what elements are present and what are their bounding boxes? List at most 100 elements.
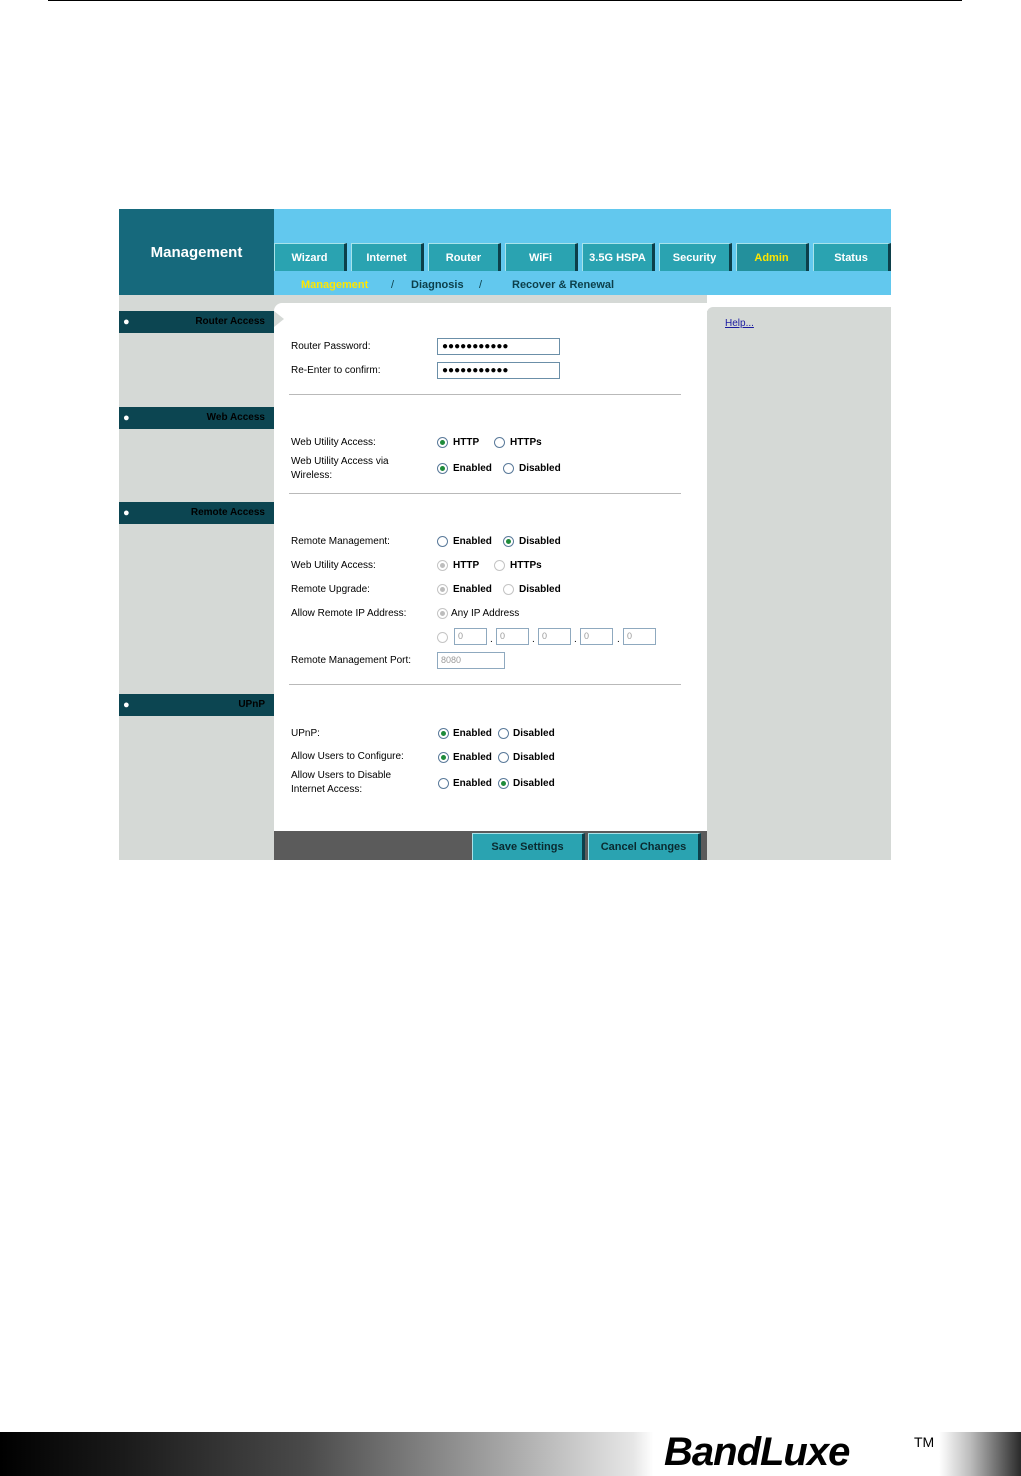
- ip-octet-input[interactable]: 0: [580, 628, 613, 645]
- help-panel: Help...: [707, 311, 891, 860]
- remote-upgrade-disabled-radio[interactable]: [503, 584, 514, 595]
- tab-status[interactable]: Status: [813, 243, 891, 271]
- bottom-gradient-bar: [0, 1432, 1021, 1476]
- ip-octet-input[interactable]: 0: [623, 628, 656, 645]
- tab-hspa[interactable]: 3.5G HSPA: [582, 243, 655, 271]
- tab-admin[interactable]: Admin: [736, 243, 809, 271]
- ip-dot: .: [617, 634, 620, 645]
- bullet-icon: ●: [123, 316, 130, 328]
- upnp-disabled-label: Disabled: [513, 728, 555, 739]
- remote-http-radio[interactable]: [437, 560, 448, 571]
- footer-bar: Save Settings Cancel Changes: [274, 831, 707, 860]
- section-header-upnp: ● UPnP: [119, 694, 274, 716]
- subnav-separator: /: [479, 279, 483, 291]
- brand-logo: BandLuxe: [664, 1430, 850, 1474]
- cancel-changes-button[interactable]: Cancel Changes: [588, 833, 701, 860]
- settings-panel: Router Password: ●●●●●●●●●●● Re-Enter to…: [274, 303, 707, 833]
- subnav-diagnosis[interactable]: Diagnosis: [411, 279, 464, 291]
- allow-disable-label-line2: Internet Access:: [291, 784, 363, 795]
- remote-upgrade-disabled-label: Disabled: [519, 584, 561, 595]
- remote-upgrade-enabled-label: Enabled: [453, 584, 492, 595]
- section-header-web-access: ● Web Access: [119, 407, 274, 429]
- ip-octet-input[interactable]: 0: [454, 628, 487, 645]
- ip-octet-input[interactable]: 0: [496, 628, 529, 645]
- divider: [289, 493, 681, 494]
- section-label: UPnP: [238, 699, 265, 710]
- web-utility-access-label: Web Utility Access:: [291, 437, 376, 448]
- ip-octet-input[interactable]: 0: [538, 628, 571, 645]
- section-header-remote-access: ● Remote Access: [119, 502, 274, 524]
- remote-https-radio[interactable]: [494, 560, 505, 571]
- router-password-input[interactable]: ●●●●●●●●●●●: [437, 338, 560, 355]
- specific-ip-radio[interactable]: [437, 632, 448, 643]
- remote-mgmt-enabled-radio[interactable]: [437, 536, 448, 547]
- web-access-http-radio[interactable]: [437, 437, 448, 448]
- wireless-access-enabled-radio[interactable]: [437, 463, 448, 474]
- web-access-https-radio[interactable]: [494, 437, 505, 448]
- tab-security[interactable]: Security: [659, 243, 732, 271]
- configure-enabled-radio[interactable]: [438, 752, 449, 763]
- section-header-router-access: ● Router Access: [119, 311, 274, 333]
- tab-internet[interactable]: Internet: [351, 243, 424, 271]
- save-settings-button[interactable]: Save Settings: [472, 833, 585, 860]
- router-password-label: Router Password:: [291, 341, 371, 352]
- wireless-access-enabled-label: Enabled: [453, 463, 492, 474]
- subnav-separator: /: [391, 279, 395, 291]
- wireless-access-label-line2: Wireless:: [291, 470, 333, 481]
- help-link[interactable]: Help...: [725, 318, 754, 329]
- remote-https-label: HTTPs: [510, 560, 542, 571]
- subnav-recover-renewal[interactable]: Recover & Renewal: [512, 279, 614, 291]
- wireless-access-disabled-radio[interactable]: [503, 463, 514, 474]
- any-ip-radio[interactable]: [437, 608, 448, 619]
- any-ip-label: Any IP Address: [451, 608, 520, 619]
- wireless-access-label-line1: Web Utility Access via: [291, 456, 389, 467]
- section-label: Router Access: [195, 316, 265, 327]
- allow-remote-ip-label: Allow Remote IP Address:: [291, 608, 407, 619]
- remote-http-label: HTTP: [453, 560, 480, 571]
- ip-dot: .: [532, 634, 535, 645]
- upnp-disabled-radio[interactable]: [498, 728, 509, 739]
- section-label: Remote Access: [190, 507, 265, 518]
- wireless-access-disabled-label: Disabled: [519, 463, 561, 474]
- disable-internet-disabled-label: Disabled: [513, 778, 555, 789]
- divider: [289, 684, 681, 685]
- bullet-icon: ●: [123, 507, 130, 519]
- top-rule: [48, 0, 962, 1]
- section-sidebar: ● Router Access ● Web Access ● Remote Ac…: [119, 295, 274, 860]
- remote-upgrade-enabled-radio[interactable]: [437, 584, 448, 595]
- configure-enabled-label: Enabled: [453, 752, 492, 763]
- trademark-mark: TM: [914, 1434, 935, 1450]
- disable-internet-disabled-radio[interactable]: [498, 778, 509, 789]
- configure-disabled-radio[interactable]: [498, 752, 509, 763]
- disable-internet-enabled-radio[interactable]: [438, 778, 449, 789]
- web-access-https-label: HTTPs: [510, 437, 542, 448]
- web-access-http-label: HTTP: [453, 437, 480, 448]
- remote-upgrade-label: Remote Upgrade:: [291, 584, 370, 595]
- sub-navigation: Management / Diagnosis / Recover & Renew…: [274, 275, 891, 295]
- bullet-icon: ●: [123, 412, 130, 424]
- remote-mgmt-disabled-label: Disabled: [519, 536, 561, 547]
- ip-dot: .: [574, 634, 577, 645]
- remote-management-label: Remote Management:: [291, 536, 390, 547]
- confirm-password-input[interactable]: ●●●●●●●●●●●: [437, 362, 560, 379]
- allow-configure-label: Allow Users to Configure:: [291, 751, 404, 762]
- allow-disable-label-line1: Allow Users to Disable: [291, 770, 392, 781]
- remote-web-access-label: Web Utility Access:: [291, 560, 376, 571]
- disable-internet-enabled-label: Enabled: [453, 778, 492, 789]
- upnp-enabled-radio[interactable]: [438, 728, 449, 739]
- tab-router[interactable]: Router: [428, 243, 501, 271]
- confirm-password-label: Re-Enter to confirm:: [291, 365, 381, 376]
- remote-mgmt-disabled-radio[interactable]: [503, 536, 514, 547]
- remote-port-input[interactable]: 8080: [437, 652, 505, 669]
- remote-port-label: Remote Management Port:: [291, 655, 412, 666]
- tab-wifi[interactable]: WiFi: [505, 243, 578, 271]
- upnp-enabled-label: Enabled: [453, 728, 492, 739]
- remote-mgmt-enabled-label: Enabled: [453, 536, 492, 547]
- tab-wizard[interactable]: Wizard: [274, 243, 347, 271]
- page-title: Management: [119, 209, 274, 295]
- bullet-icon: ●: [123, 699, 130, 711]
- panel-notch: [274, 311, 284, 327]
- section-label: Web Access: [206, 412, 265, 423]
- divider: [289, 394, 681, 395]
- subnav-management[interactable]: Management: [301, 279, 368, 291]
